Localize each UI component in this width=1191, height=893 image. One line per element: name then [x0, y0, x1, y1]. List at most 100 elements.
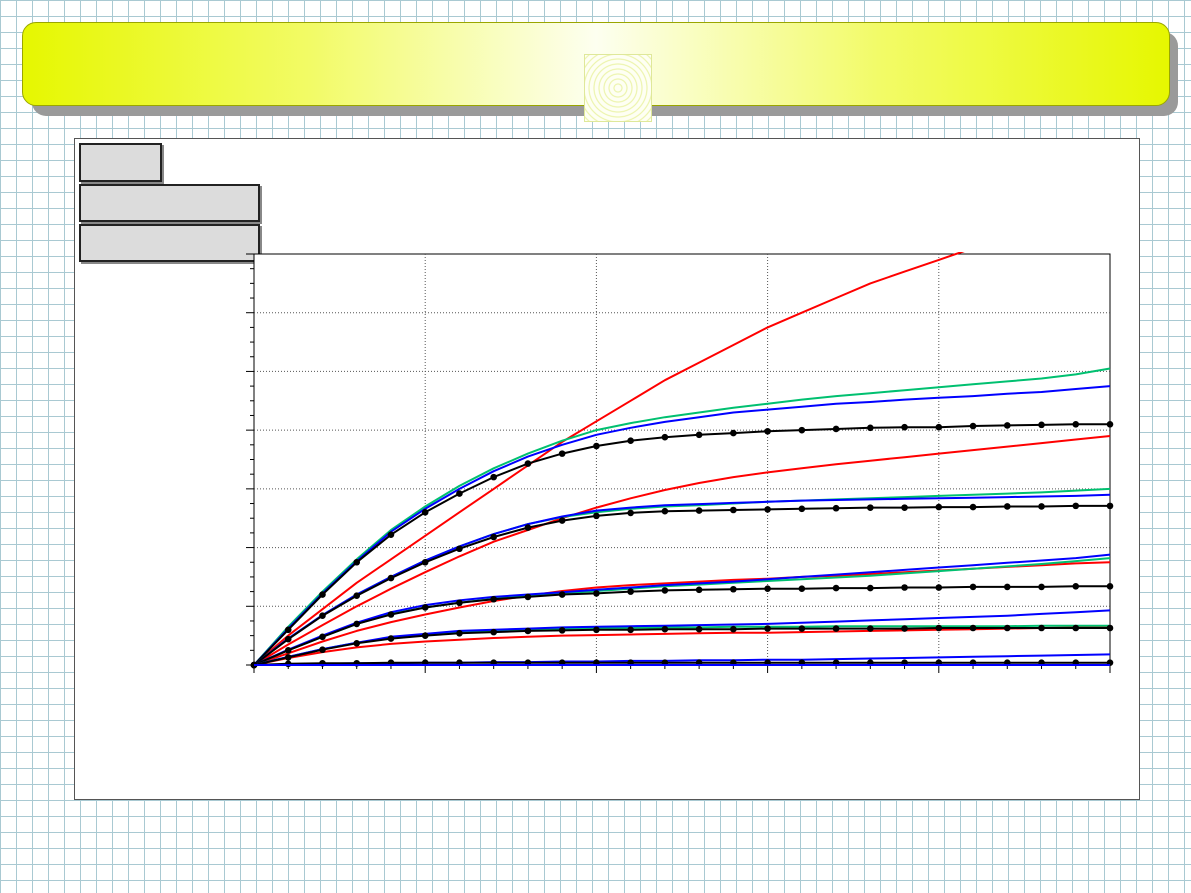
series-15-point-11 [627, 626, 634, 634]
series-11-point-4 [387, 611, 395, 618]
series-15-point-6 [456, 629, 463, 637]
series-7-point-24 [1072, 502, 1080, 510]
series-3-point-22 [1003, 422, 1011, 429]
series-3-point-7 [490, 473, 497, 481]
series-3-point-3 [353, 558, 361, 566]
series-15-point-10 [593, 626, 600, 634]
series-15-point-9 [558, 627, 566, 634]
series-7-point-10 [593, 512, 600, 520]
series-3-point-19 [901, 423, 908, 431]
series-3-point-14 [730, 429, 737, 437]
series-15-point-2 [319, 646, 326, 654]
series-3-point-13 [695, 431, 703, 439]
series-7-point-7 [490, 533, 497, 541]
series-11-point-12 [661, 587, 669, 594]
series-7-point-14 [730, 506, 737, 514]
series-7-point-4 [387, 574, 395, 582]
series-15-point-18 [867, 625, 874, 632]
series-11-point-14 [730, 585, 737, 593]
series-7-point-11 [627, 509, 634, 517]
series-7-point-17 [832, 504, 840, 512]
series-15-point-15 [764, 625, 771, 632]
series-15-point-14 [730, 625, 737, 633]
series-15-point-25 [1106, 624, 1114, 632]
series-3-point-24 [1072, 420, 1080, 428]
series-11-point-11 [627, 588, 634, 595]
series-3-point-6 [456, 490, 463, 497]
series-3-point-25 [1106, 420, 1114, 428]
series-15-point-1 [284, 654, 292, 661]
series-11-point-7 [490, 595, 497, 603]
series-11-point-23 [1038, 583, 1045, 591]
series-3-point-12 [661, 433, 669, 441]
series-7-point-18 [867, 504, 874, 511]
series-15-point-8 [524, 627, 532, 635]
series-7-point-1 [284, 635, 292, 643]
series-7-point-23 [1038, 503, 1045, 510]
series-11-point-16 [798, 585, 806, 592]
series-11-point-19 [901, 584, 908, 591]
series-3-point-15 [764, 428, 771, 435]
series-7-point-20 [935, 503, 943, 511]
series-3-point-9 [558, 450, 566, 457]
series-7-point-6 [456, 545, 463, 553]
series-3-point-23 [1038, 421, 1045, 429]
series-15-point-24 [1072, 624, 1080, 632]
series-7-point-25 [1106, 502, 1114, 510]
series-7-point-9 [558, 517, 566, 524]
series-15-point-16 [798, 625, 806, 632]
series-7-point-15 [764, 506, 771, 513]
series-17-point-1 [284, 660, 292, 668]
series-15-point-22 [1003, 624, 1011, 632]
series-11-point-5 [421, 604, 429, 611]
series-7-point-16 [798, 505, 806, 513]
series-3-point-18 [867, 424, 874, 432]
series-3-point-4 [387, 531, 395, 538]
series-7-point-21 [969, 503, 977, 511]
plot-frame [253, 253, 1111, 666]
series-15-point-5 [421, 632, 429, 639]
series-11-point-21 [969, 583, 977, 591]
series-3-point-1 [284, 626, 292, 634]
series-15-point-7 [490, 628, 497, 636]
series-7-point-3 [353, 592, 361, 600]
series-11-point-6 [456, 599, 463, 607]
series-3-point-16 [798, 426, 806, 434]
series-7-point-19 [901, 504, 908, 511]
series-15-point-19 [901, 625, 908, 632]
series-11-point-17 [832, 584, 840, 592]
series-3-point-8 [524, 460, 532, 467]
series-11-point-13 [695, 586, 703, 594]
series-15-point-13 [695, 625, 703, 633]
series-15-point-3 [353, 639, 361, 647]
series-15-point-12 [661, 625, 669, 633]
series-3-point-10 [593, 442, 600, 450]
series-11-point-8 [524, 593, 532, 601]
series-15-point-20 [935, 624, 943, 632]
series-15-point-17 [832, 625, 840, 632]
series-11-point-18 [867, 584, 874, 592]
series-11-point-24 [1072, 583, 1080, 590]
series-3-point-17 [832, 425, 840, 433]
series-11-point-10 [593, 590, 600, 597]
series-3-point-2 [319, 591, 326, 598]
series-7-point-8 [524, 524, 532, 531]
series-7-point-13 [695, 507, 703, 514]
series-11-point-20 [935, 584, 943, 591]
series-11-point-3 [353, 620, 361, 628]
series-3-point-11 [627, 437, 634, 445]
series-3-point-5 [421, 509, 429, 516]
series-11-point-22 [1003, 583, 1011, 591]
series-7-point-12 [661, 507, 669, 515]
series-15-point-21 [969, 624, 977, 632]
series-7-point-2 [319, 612, 326, 619]
chart [246, 252, 1114, 673]
series-11-point-2 [319, 633, 326, 641]
series-11-point-25 [1106, 583, 1114, 590]
series-11-point-9 [558, 591, 566, 598]
series-15-point-4 [387, 635, 395, 642]
series-11-point-15 [764, 585, 771, 592]
series-3-point-20 [935, 423, 943, 431]
series-3-point-21 [969, 422, 977, 430]
series-11-point-1 [284, 647, 292, 654]
